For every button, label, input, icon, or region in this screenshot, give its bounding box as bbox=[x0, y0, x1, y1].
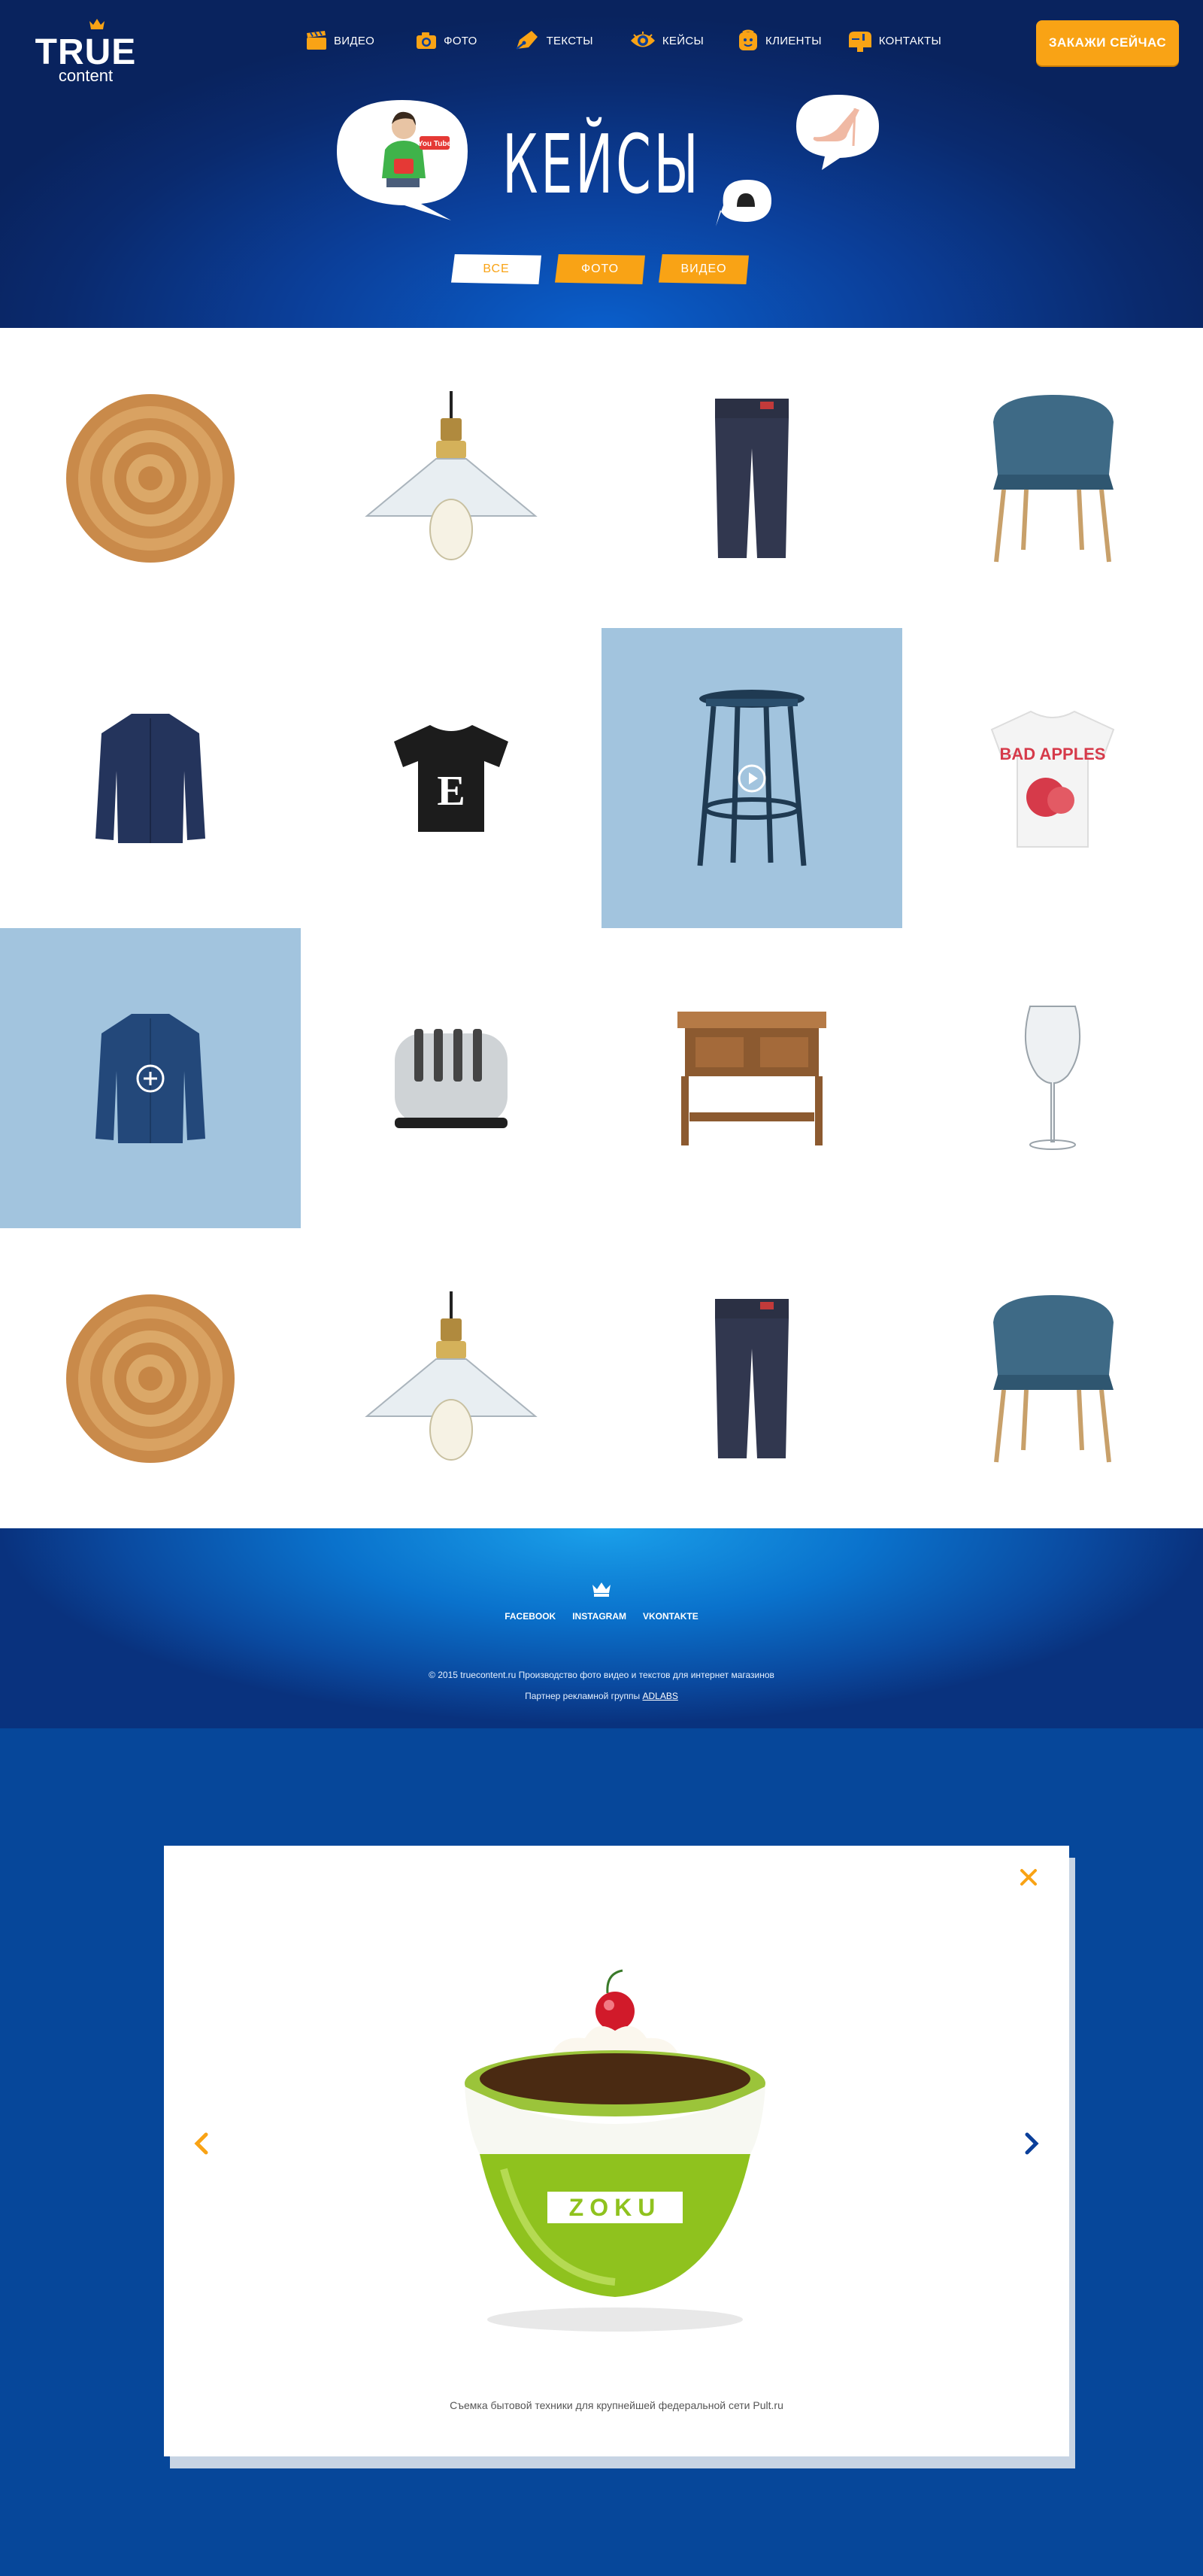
site-footer: FACEBOOK INSTAGRAM VKONTAKTE © 2015 true… bbox=[0, 1528, 1203, 1728]
logo[interactable]: TRUE content bbox=[35, 18, 137, 85]
wicker-chair-icon bbox=[993, 1294, 1114, 1462]
toaster-icon bbox=[395, 1028, 508, 1128]
partner-prefix: Партнер рекламной группы bbox=[525, 1691, 643, 1701]
shoe-bubble bbox=[796, 95, 879, 170]
tab-all[interactable]: ВСЕ bbox=[451, 254, 541, 284]
jeans-icon bbox=[715, 1298, 789, 1458]
clapperboard-icon bbox=[307, 31, 326, 50]
wicker-plate-icon bbox=[66, 393, 235, 563]
small-bubble bbox=[716, 180, 771, 226]
nav-item-texts[interactable]: ТЕКСТЫ bbox=[514, 26, 593, 56]
case-item[interactable]: BAD APPLES bbox=[902, 628, 1203, 928]
nav-label: КОНТАКТЫ bbox=[878, 34, 942, 47]
nav-label: КЛИЕНТЫ bbox=[765, 34, 822, 47]
edison-lamp-icon bbox=[365, 1291, 538, 1461]
case-item[interactable] bbox=[602, 928, 902, 1228]
zoku-logo: ZOKU bbox=[547, 2192, 683, 2223]
mailbox-icon bbox=[848, 32, 871, 52]
case-item[interactable] bbox=[301, 928, 602, 1228]
case-item[interactable] bbox=[902, 1228, 1203, 1528]
wicker-plate-icon bbox=[66, 1294, 235, 1463]
nav-label: ВИДЕО bbox=[334, 34, 375, 47]
facebook-link[interactable]: FACEBOOK bbox=[505, 1611, 556, 1622]
eye-icon bbox=[630, 32, 655, 47]
case-item[interactable] bbox=[0, 1228, 301, 1528]
youtube-label: You Tube bbox=[418, 140, 452, 148]
case-item[interactable] bbox=[301, 1228, 602, 1528]
social-links: FACEBOOK INSTAGRAM VKONTAKTE bbox=[0, 1611, 1203, 1622]
copyright-text: © 2015 truecontent.ru Производство фото … bbox=[429, 1670, 774, 1680]
chevron-right-icon[interactable] bbox=[1023, 2131, 1041, 2156]
camera-icon bbox=[417, 32, 437, 49]
case-item[interactable] bbox=[0, 628, 301, 928]
wicker-chair-icon bbox=[993, 394, 1114, 562]
face-icon bbox=[739, 29, 758, 50]
case-item[interactable]: E bbox=[301, 628, 602, 928]
tshirt-print-text: BAD APPLES bbox=[1000, 745, 1106, 763]
nav-label: КЕЙСЫ bbox=[662, 34, 705, 47]
tab-photo[interactable]: ФОТО bbox=[555, 254, 645, 284]
case-item-selected[interactable] bbox=[602, 628, 902, 928]
nav-item-cases[interactable]: КЕЙСЫ bbox=[629, 26, 704, 56]
black-tshirt-icon: E bbox=[394, 724, 508, 832]
case-item[interactable] bbox=[602, 328, 902, 628]
kitchen-island-icon bbox=[677, 1011, 826, 1145]
main-nav: ВИДЕО ФОТО ТЕКСТЫ КЕЙСЫ КЛИЕНТЫ КОНТАКТЫ bbox=[305, 26, 941, 56]
denim-jacket-icon bbox=[95, 713, 205, 843]
cases-grid: E BAD APPLES bbox=[0, 328, 1203, 1528]
instagram-link[interactable]: INSTAGRAM bbox=[572, 1611, 626, 1622]
nav-item-photo[interactable]: ФОТО bbox=[415, 26, 477, 56]
zoku-logo-text: ZOKU bbox=[569, 2194, 662, 2221]
bad-apples-tshirt-icon: BAD APPLES bbox=[990, 710, 1115, 848]
vkontakte-link[interactable]: VKONTAKTE bbox=[643, 1611, 698, 1622]
page-title: КЕЙСЫ bbox=[502, 118, 701, 212]
crown-icon bbox=[89, 19, 105, 29]
lightbox-modal: ZOKU Съемка бытовой техники для крупнейш… bbox=[164, 1846, 1069, 2456]
jeans-icon bbox=[715, 398, 789, 558]
pen-icon bbox=[515, 31, 538, 50]
case-item-selected[interactable] bbox=[0, 928, 301, 1228]
case-item[interactable] bbox=[902, 328, 1203, 628]
zoom-plus-icon[interactable] bbox=[135, 1063, 165, 1094]
site-header: TRUE content ВИДЕО ФОТО ТЕКСТЫ КЕЙСЫ КЛИ… bbox=[0, 0, 1203, 328]
chevron-left-icon[interactable] bbox=[192, 2131, 211, 2156]
partner-text: Партнер рекламной группы ADLABS bbox=[0, 1691, 1203, 1701]
case-item[interactable] bbox=[902, 928, 1203, 1228]
lightbox-area: ZOKU Съемка бытовой техники для крупнейш… bbox=[0, 1728, 1203, 2576]
adlabs-link[interactable]: ADLABS bbox=[643, 1691, 678, 1701]
case-item[interactable] bbox=[301, 328, 602, 628]
filter-tabs: ВСЕ ФОТО ВИДЕО bbox=[451, 254, 749, 284]
nav-label: ТЕКСТЫ bbox=[546, 34, 593, 47]
play-icon[interactable] bbox=[737, 763, 767, 793]
order-now-button[interactable]: ЗАКАЖИ СЕЙЧАС bbox=[1036, 20, 1179, 65]
nav-item-video[interactable]: ВИДЕО bbox=[305, 26, 374, 56]
crown-icon bbox=[592, 1582, 611, 1597]
nav-label: ФОТО bbox=[444, 34, 477, 47]
nav-item-clients[interactable]: КЛИЕНТЫ bbox=[737, 26, 822, 56]
modal-caption: Съемка бытовой техники для крупнейшей фе… bbox=[450, 2399, 783, 2411]
wine-glass-icon bbox=[1024, 1005, 1081, 1150]
case-item[interactable] bbox=[602, 1228, 902, 1528]
nav-item-contacts[interactable]: КОНТАКТЫ bbox=[847, 26, 941, 56]
edison-lamp-icon bbox=[365, 390, 538, 560]
tab-video[interactable]: ВИДЕО bbox=[659, 254, 749, 284]
ice-cream-maker-image: ZOKU bbox=[465, 1969, 765, 2332]
close-icon[interactable] bbox=[1018, 1867, 1039, 1888]
tshirt-letter: E bbox=[437, 768, 465, 815]
case-item[interactable] bbox=[0, 328, 301, 628]
logo-subtext: content bbox=[58, 66, 114, 85]
logo-text: TRUE bbox=[35, 32, 137, 72]
presenter-bubble: You Tube bbox=[337, 100, 468, 220]
